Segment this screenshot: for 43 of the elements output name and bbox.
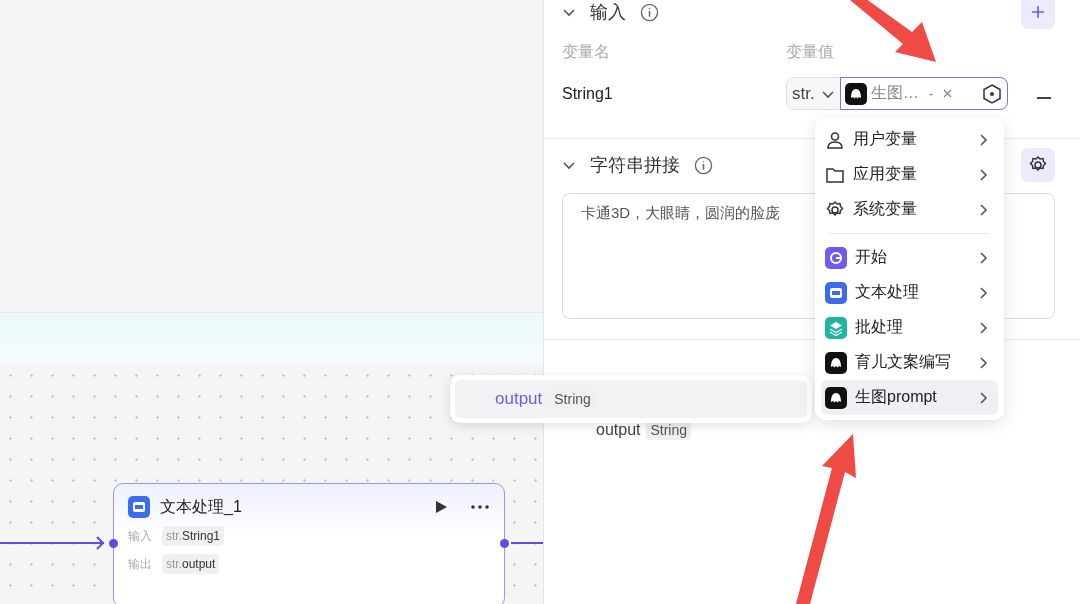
menu-item[interactable]: 文本处理 <box>821 275 998 310</box>
section-title: 输入 <box>590 1 626 24</box>
row-label: 输入 <box>128 527 152 545</box>
input-port[interactable] <box>109 539 118 548</box>
menu-item[interactable]: 生图prompt <box>821 380 998 415</box>
value-field[interactable]: str. 生图… - <box>786 77 1008 110</box>
row-label: 输出 <box>128 555 152 573</box>
settings-button[interactable] <box>1021 148 1055 182</box>
play-icon[interactable] <box>434 500 448 514</box>
ghost-icon <box>825 351 847 374</box>
menu-item[interactable]: 开始 <box>821 240 998 275</box>
connector-line <box>511 542 543 545</box>
separator-text: - <box>928 85 934 102</box>
ghost-icon <box>844 82 867 105</box>
hexagon-icon[interactable] <box>981 82 1003 105</box>
text-tool-icon <box>825 281 847 304</box>
info-icon[interactable] <box>694 155 713 175</box>
menu-item[interactable]: 育儿文案编写 <box>821 345 998 380</box>
ghost-icon <box>825 386 847 409</box>
clear-icon[interactable] <box>943 89 953 98</box>
type-select[interactable]: str. <box>787 78 840 109</box>
column-header: 变量值 <box>786 42 835 62</box>
reference-value: 生图… <box>870 83 919 103</box>
person-icon <box>825 129 845 150</box>
menu-item[interactable]: 应用变量 <box>821 157 998 192</box>
more-icon[interactable] <box>470 504 490 510</box>
variable-tag: str.String1 <box>162 526 225 546</box>
variable-tag: str.output <box>162 554 220 574</box>
text-tool-icon <box>128 496 150 518</box>
output-option[interactable]: output String <box>455 380 807 418</box>
output-name: output <box>596 421 641 439</box>
info-icon[interactable] <box>640 2 659 22</box>
column-header: 变量名 <box>562 42 611 62</box>
output-port[interactable] <box>500 539 509 548</box>
section-title: 字符串拼接 <box>590 154 680 177</box>
variable-name: String1 <box>562 84 614 103</box>
node-title: 文本处理_1 <box>160 496 243 517</box>
add-button[interactable] <box>1021 0 1055 29</box>
menu-item[interactable]: 系统变量 <box>821 192 998 227</box>
menu-item[interactable]: 用户变量 <box>821 122 998 157</box>
start-icon <box>825 246 847 269</box>
layers-icon <box>825 316 847 339</box>
plus-icon <box>1031 5 1045 19</box>
